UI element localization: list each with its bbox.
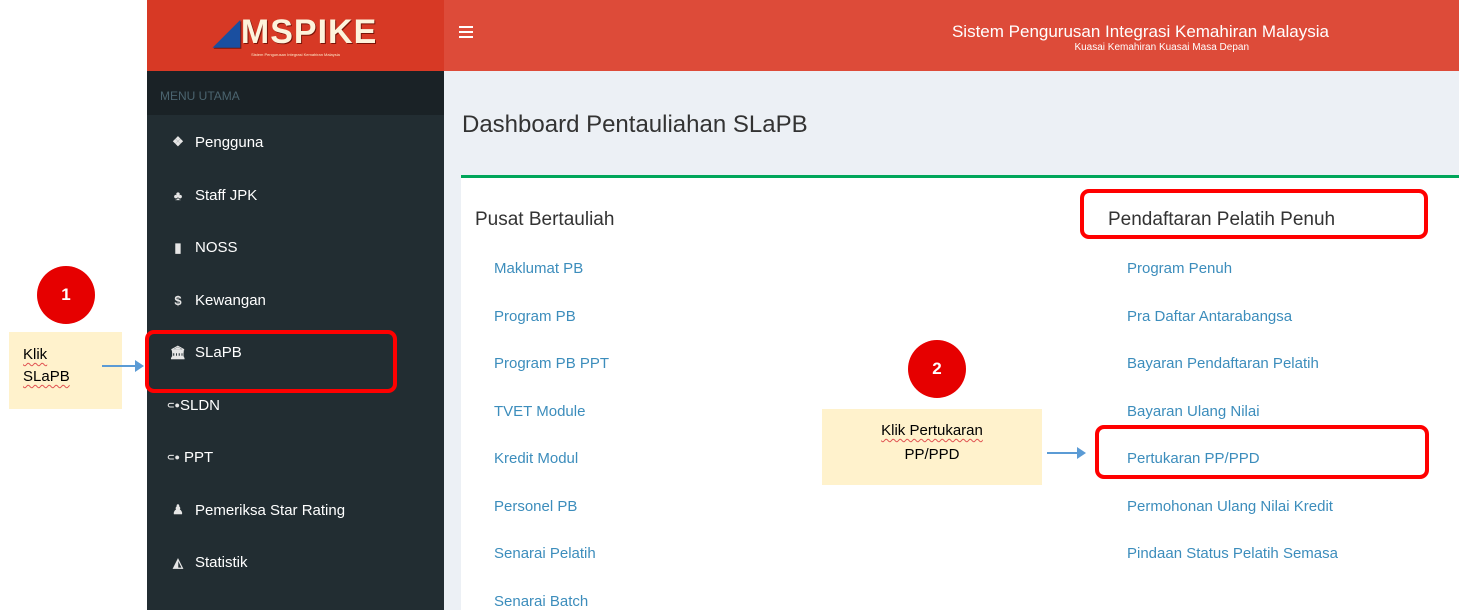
step-2-arrow-icon bbox=[1047, 447, 1086, 459]
sldn-logo-icon: ⊂● bbox=[167, 399, 180, 410]
link-pra-daftar-antarabangsa[interactable]: Pra Daftar Antarabangsa bbox=[1127, 308, 1292, 325]
dollar-icon: $ bbox=[174, 292, 182, 308]
file-icon: ▮ bbox=[174, 239, 182, 255]
link-bayaran-pendaftaran-pelatih[interactable]: Bayaran Pendaftaran Pelatih bbox=[1127, 355, 1319, 372]
link-personel-pb[interactable]: Personel PB bbox=[494, 498, 577, 515]
step-1-badge: 1 bbox=[37, 266, 95, 324]
sidebar-item-pemeriksa-star-rating[interactable]: ♟ Pemeriksa Star Rating bbox=[147, 484, 444, 537]
mspike-logo: ◢MSPIKE Sistem Pengurusan Integrasi Kema… bbox=[214, 14, 378, 57]
logo-text: MSPIKE bbox=[240, 13, 378, 51]
link-program-pb[interactable]: Program PB bbox=[494, 308, 576, 325]
system-title: Sistem Pengurusan Integrasi Kemahiran Ma… bbox=[951, 22, 1329, 41]
sidebar-item-label: Kewangan bbox=[195, 291, 266, 309]
step-1-note: Klik SLaPB bbox=[9, 332, 122, 409]
highlight-pertukaran-pp-ppd bbox=[1095, 425, 1429, 479]
sidebar-item-statistik[interactable]: ◭ Statistik bbox=[147, 537, 444, 590]
sidebar-item-noss[interactable]: ▮ NOSS bbox=[147, 222, 444, 275]
link-tvet-module[interactable]: TVET Module bbox=[494, 403, 585, 420]
logo-box[interactable]: ◢MSPIKE Sistem Pengurusan Integrasi Kema… bbox=[147, 0, 444, 71]
menu-header: MENU UTAMA bbox=[147, 71, 444, 115]
link-program-pb-ppt[interactable]: Program PB PPT bbox=[494, 355, 609, 372]
link-program-penuh[interactable]: Program Penuh bbox=[1127, 260, 1232, 277]
sidebar-item-label: Statistik bbox=[195, 554, 248, 572]
link-bayaran-ulang-nilai[interactable]: Bayaran Ulang Nilai bbox=[1127, 403, 1260, 420]
system-subtitle: Kuasai Kemahiran Kuasai Masa Depan bbox=[1074, 42, 1249, 53]
sidebar-item-ppt[interactable]: ⊂● PPT bbox=[147, 432, 444, 485]
step-2-note: Klik Pertukaran PP/PPD bbox=[822, 409, 1042, 485]
area-chart-icon: ◭ bbox=[173, 554, 183, 570]
sidebar-item-label: SLDN bbox=[179, 396, 220, 414]
main-content: Dashboard Pentauliahan SLaPB Pusat Berta… bbox=[444, 71, 1459, 610]
logo-swirl-icon: ◢ bbox=[213, 13, 241, 51]
highlight-slapb bbox=[145, 330, 397, 393]
pusat-bertauliah-title: Pusat Bertauliah bbox=[475, 209, 615, 230]
step-1-note-line-2: SLaPB bbox=[23, 368, 70, 385]
logo-tagline: Sistem Pengurusan Integrasi Kemahiran Ma… bbox=[251, 52, 340, 57]
link-kredit-modul[interactable]: Kredit Modul bbox=[494, 450, 578, 467]
step-2-badge: 2 bbox=[908, 340, 966, 398]
link-pindaan-status-pelatih-semasa[interactable]: Pindaan Status Pelatih Semasa bbox=[1127, 545, 1338, 562]
sidebar-item-label: Pengguna bbox=[195, 133, 264, 151]
user-secret-icon: ♟ bbox=[172, 502, 184, 518]
sidebar-item-label: Staff JPK bbox=[195, 186, 258, 204]
sidebar-item-label: PPT bbox=[183, 449, 214, 467]
link-senarai-batch[interactable]: Senarai Batch bbox=[494, 593, 588, 610]
page-title: Dashboard Pentauliahan SLaPB bbox=[462, 111, 808, 138]
top-header: Sistem Pengurusan Integrasi Kemahiran Ma… bbox=[444, 0, 1459, 71]
link-permohonan-ulang-nilai-kredit[interactable]: Permohonan Ulang Nilai Kredit bbox=[1127, 498, 1333, 515]
link-senarai-pelatih[interactable]: Senarai Pelatih bbox=[494, 545, 596, 562]
users-icon: ❖ bbox=[172, 134, 184, 149]
sitemap-icon: ♣ bbox=[173, 187, 183, 203]
ppt-logo-icon: ⊂● bbox=[167, 452, 180, 463]
sidebar-item-kewangan[interactable]: $ Kewangan bbox=[147, 274, 444, 327]
sidebar-item-staff-jpk[interactable]: ♣ Staff JPK bbox=[147, 169, 444, 222]
sidebar-item-label: NOSS bbox=[195, 239, 238, 257]
dashboard-box: Pusat Bertauliah Maklumat PB Program PB … bbox=[461, 175, 1459, 610]
highlight-pendaftaran-pelatih-penuh bbox=[1080, 189, 1428, 239]
step-1-note-line-1: Klik bbox=[23, 346, 48, 363]
sidebar: ◢MSPIKE Sistem Pengurusan Integrasi Kema… bbox=[147, 0, 444, 610]
page: ◢MSPIKE Sistem Pengurusan Integrasi Kema… bbox=[0, 0, 1459, 610]
step-2-note-line-1: Klik Pertukaran bbox=[881, 422, 983, 439]
link-maklumat-pb[interactable]: Maklumat PB bbox=[494, 260, 583, 277]
step-1-arrow-icon bbox=[102, 360, 144, 372]
sidebar-item-label: Pemeriksa Star Rating bbox=[195, 501, 346, 519]
hamburger-menu-icon[interactable] bbox=[459, 26, 473, 38]
sidebar-item-pengguna[interactable]: ❖ Pengguna bbox=[147, 115, 444, 169]
step-2-note-line-2: PP/PPD bbox=[904, 446, 960, 463]
